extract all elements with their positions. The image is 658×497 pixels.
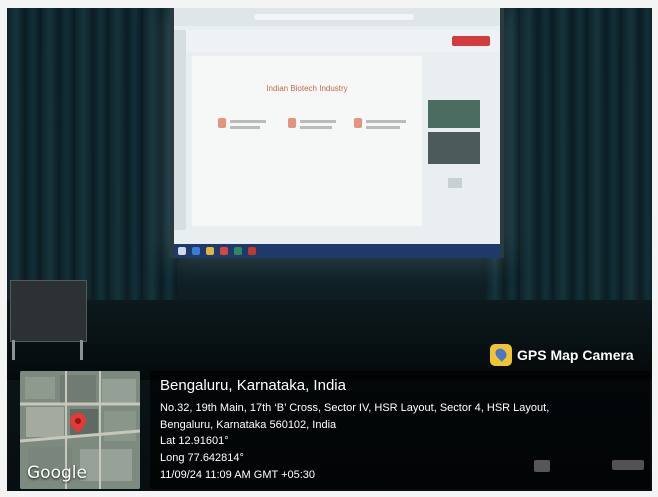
latitude: Lat 12.91601°: [160, 435, 229, 447]
slide-bullet-icon: [288, 118, 296, 128]
presentation-slide: Indian Biotech Industry: [192, 56, 422, 226]
slide-text: [300, 126, 332, 129]
leave-button: [452, 36, 490, 46]
powerpoint-icon: [248, 247, 256, 255]
url-bar: [254, 14, 414, 20]
participant-video-2: [428, 132, 480, 164]
chair-back: [10, 280, 87, 342]
location-map-thumbnail: Google: [20, 371, 140, 489]
frame-border: [0, 0, 658, 8]
gps-map-camera-badge: GPS Map Camera: [490, 343, 634, 367]
stage-floor: [7, 300, 652, 380]
participant-avatar: [448, 178, 462, 188]
slide-bullet-icon: [354, 118, 362, 128]
chair-leg: [12, 340, 15, 360]
address-line-1: No.32, 19th Main, 17th ‘B’ Cross, Sector…: [160, 402, 550, 414]
folder-icon: [206, 247, 214, 255]
longitude: Long 77.642814°: [160, 452, 244, 464]
projector-screen: Indian Biotech Industry: [170, 8, 504, 258]
start-icon: [178, 247, 186, 255]
datetime-stamp: 11/09/24 11:09 AM GMT +05:30: [160, 469, 316, 481]
chrome-icon: [220, 247, 228, 255]
slide-text: [230, 120, 266, 123]
gps-map-camera-label: GPS Map Camera: [517, 347, 634, 363]
frame-border: [0, 491, 658, 497]
gps-map-camera-icon: [490, 344, 512, 366]
google-logo: Google: [27, 463, 87, 483]
slide-text: [366, 120, 406, 123]
frame-border: [652, 0, 658, 497]
location-city: Bengaluru, Karnataka, India: [160, 377, 346, 394]
windows-taskbar: [174, 244, 500, 258]
chair: [10, 270, 90, 360]
slide-bullet-icon: [218, 118, 226, 128]
edge-icon: [192, 247, 200, 255]
curtain-right: [486, 8, 652, 308]
app-sidebar: [174, 30, 186, 230]
slide-text: [230, 126, 260, 129]
participant-video-1: [428, 100, 480, 128]
excel-icon: [234, 247, 242, 255]
address-line-2: Bengaluru, Karnataka 560102, India: [160, 419, 337, 431]
slide-title: Indian Biotech Industry: [266, 84, 348, 93]
slide-text: [300, 120, 336, 123]
frame-border: [0, 0, 7, 497]
slide-text: [366, 126, 400, 129]
curtain-left: [7, 8, 177, 308]
chair-leg: [80, 340, 83, 360]
